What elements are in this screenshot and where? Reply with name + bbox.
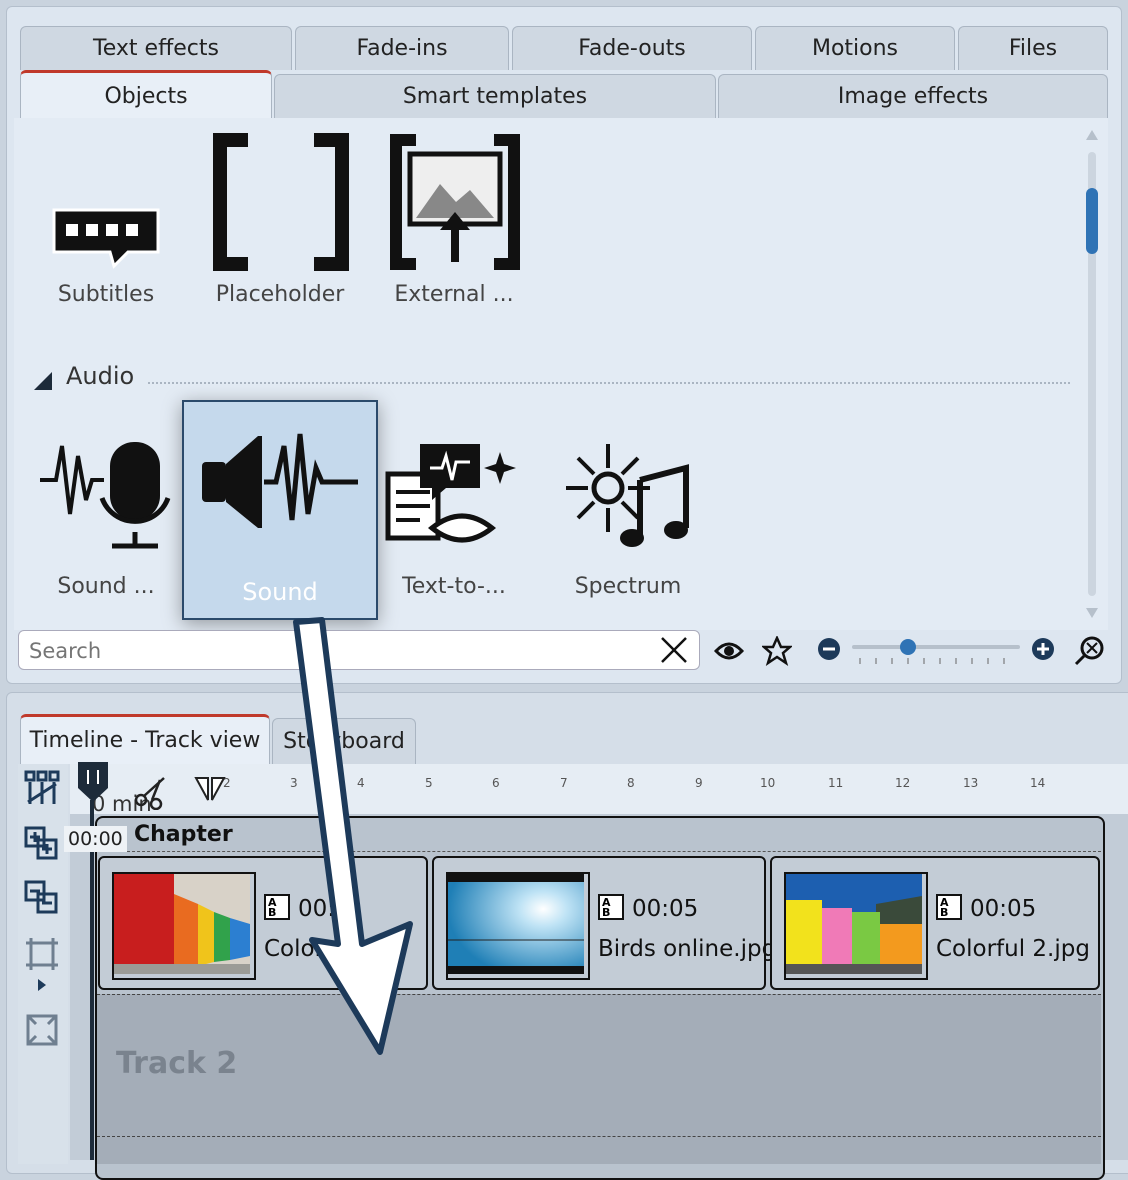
sound-object-selected[interactable]: Sound	[182, 400, 378, 620]
marker-icon[interactable]	[194, 776, 226, 804]
sound-speaker-icon	[202, 433, 358, 528]
chapter-divider	[97, 851, 1101, 852]
playhead-handle-icon[interactable]	[76, 762, 110, 804]
expand-track-icon[interactable]	[24, 936, 60, 972]
ruler-tick: 3	[290, 776, 298, 790]
ruler-tick: 4	[357, 776, 365, 790]
spectrum-icon[interactable]	[564, 436, 692, 552]
clip-duration: 00:05	[632, 896, 699, 922]
ruler-tick: 6	[492, 776, 500, 790]
clip-duration: 00:05	[970, 896, 1037, 922]
ruler-tick: 10	[760, 776, 776, 790]
subtitles-icon[interactable]	[48, 200, 164, 270]
tab-smart-templates[interactable]: Smart templates	[274, 74, 716, 118]
sound-recording-icon[interactable]	[38, 436, 172, 552]
tab-label: Fade-ins	[356, 36, 448, 61]
track-divider	[97, 994, 1101, 995]
track-2[interactable]	[97, 994, 1101, 1164]
objects-content-area	[14, 118, 1108, 630]
tab-objects[interactable]: Objects	[20, 70, 272, 120]
clip-thumbnail	[446, 872, 590, 980]
tab-label: Timeline - Track view	[29, 728, 261, 753]
clip-duration: 00:0	[298, 896, 350, 922]
tab-fade-ins[interactable]: Fade-ins	[295, 26, 509, 70]
expand-arrow-icon[interactable]	[36, 978, 48, 992]
external-object-icon[interactable]	[386, 132, 524, 272]
external-label: External ...	[394, 282, 514, 307]
tab-label: Motions	[811, 36, 899, 61]
playhead-line[interactable]	[90, 800, 94, 1160]
tab-label: Objects	[104, 84, 188, 109]
tab-label: Image effects	[837, 84, 989, 109]
ruler-tick: 12	[895, 776, 911, 790]
remove-track-icon[interactable]	[24, 880, 60, 916]
section-divider	[148, 382, 1070, 384]
tab-image-effects[interactable]: Image effects	[718, 74, 1108, 118]
clip-thumbnail	[784, 872, 928, 980]
text-to-speech-label: Text-to-...	[402, 574, 506, 599]
star-icon[interactable]	[762, 636, 792, 666]
tab-storyboard[interactable]: Storyboard	[272, 718, 416, 764]
clear-search-icon[interactable]	[659, 635, 689, 665]
add-track-icon[interactable]	[24, 826, 60, 862]
placeholder-icon[interactable]	[208, 132, 354, 272]
audio-section-title: Audio	[66, 362, 135, 390]
tab-files[interactable]: Files	[958, 26, 1108, 70]
tab-timeline-track-view[interactable]: Timeline - Track view	[20, 714, 270, 764]
collapse-triangle-icon[interactable]	[34, 372, 52, 394]
ruler-tick: 9	[695, 776, 703, 790]
vertical-scrollbar[interactable]	[1086, 128, 1098, 620]
sound-label: Sound	[242, 578, 318, 606]
search-input[interactable]	[27, 637, 651, 665]
timeline-clip[interactable]: AB 00:0 Color	[98, 856, 428, 990]
timeline-clip[interactable]: AB 00:05 Birds online.jpg	[432, 856, 776, 990]
track-2-label: Track 2	[116, 1046, 238, 1081]
zoom-slider-graphic	[852, 639, 1020, 664]
timeline-clip[interactable]: AB 00:05 Colorful 2.jpg	[770, 856, 1100, 990]
spectrum-label: Spectrum	[574, 574, 682, 599]
clip-name: Colorful 2.jpg	[936, 936, 1090, 962]
scrollbar-graphic	[1086, 130, 1098, 618]
track-divider	[97, 1136, 1101, 1137]
clip-name: Birds online.jpg	[598, 936, 777, 962]
subtitles-label: Subtitles	[57, 282, 155, 307]
ruler-tick: 13	[963, 776, 979, 790]
clip-thumbnail	[112, 872, 256, 980]
collapse-track-icon[interactable]	[24, 1012, 60, 1048]
ruler-tick: 14	[1030, 776, 1046, 790]
transition-ab-icon: AB	[598, 894, 624, 920]
tab-label: Storyboard	[283, 729, 405, 754]
text-to-speech-icon[interactable]	[384, 436, 524, 552]
chapter-label: Chapter	[134, 822, 233, 847]
playhead-time-badge: 00:00	[64, 826, 127, 852]
tab-label: Files	[1008, 36, 1058, 61]
tab-text-effects[interactable]: Text effects	[20, 26, 292, 70]
ruler-tick: 5	[425, 776, 433, 790]
zoom-out-icon[interactable]	[816, 636, 842, 662]
scissors-icon[interactable]	[132, 774, 174, 810]
ruler-tick: 8	[627, 776, 635, 790]
tab-fade-outs[interactable]: Fade-outs	[512, 26, 752, 70]
tab-label: Fade-outs	[578, 36, 686, 61]
clip-name: Color	[264, 936, 325, 962]
eye-icon[interactable]	[714, 638, 744, 664]
zoom-in-icon[interactable]	[1030, 636, 1056, 662]
sound-recording-label: Sound ...	[57, 574, 155, 599]
tab-label: Smart templates	[402, 84, 588, 109]
search-box	[18, 630, 700, 670]
transition-ab-icon: AB	[936, 894, 962, 920]
tab-motions[interactable]: Motions	[755, 26, 955, 70]
ruler-tick: 7	[560, 776, 568, 790]
placeholder-label: Placeholder	[215, 282, 345, 307]
tab-label: Text effects	[93, 36, 219, 61]
zoom-slider[interactable]	[852, 638, 1022, 668]
zoom-fit-icon[interactable]	[1074, 634, 1106, 666]
track-settings-icon[interactable]	[24, 770, 60, 806]
ruler-tick: 11	[828, 776, 844, 790]
transition-ab-icon: AB	[264, 894, 290, 920]
